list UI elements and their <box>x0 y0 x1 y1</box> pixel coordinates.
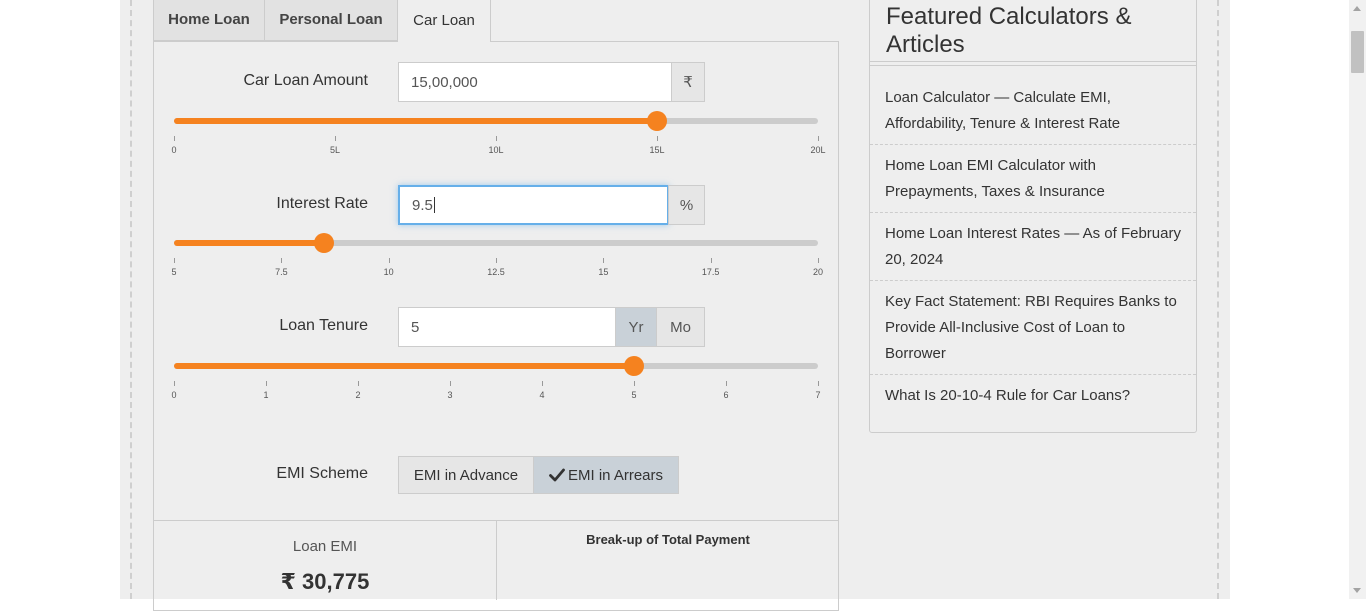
percent-addon: % <box>668 185 705 225</box>
tab-car-loan[interactable]: Car Loan <box>397 0 491 42</box>
scale-tick-label: 5 <box>631 390 637 400</box>
page-border-left <box>130 0 132 599</box>
scale-tick-label: 10L <box>488 145 504 155</box>
rupee-icon: ₹ <box>683 74 693 91</box>
scale-tick-label: 0 <box>171 390 177 400</box>
scale-tick <box>657 136 658 141</box>
percent-icon: % <box>679 196 694 214</box>
sidebar-separator <box>870 212 1196 213</box>
scale-tick <box>388 258 390 263</box>
loan-amount-label: Car Loan Amount <box>243 72 368 89</box>
page-border-right <box>1217 0 1219 599</box>
scale-tick <box>358 381 359 386</box>
loan-tenure-slider[interactable] <box>174 356 818 376</box>
loan-tenure-slider-fill <box>174 363 634 369</box>
scale-tick-label: 20 <box>812 267 824 277</box>
sidebar-item-interest-rates[interactable]: Home Loan Interest Rates — As of Februar… <box>885 221 1185 273</box>
scale-tick <box>335 136 336 141</box>
scroll-down-icon[interactable] <box>1353 588 1361 593</box>
scale-tick <box>496 258 497 263</box>
scale-tick-label: 7.5 <box>275 267 288 277</box>
scale-tick <box>496 136 497 141</box>
loan-amount-input[interactable]: 15,00,000 <box>398 62 672 102</box>
scale-tick-label: 12.5 <box>487 267 505 277</box>
sidebar-item-home-loan-emi[interactable]: Home Loan EMI Calculator with Prepayment… <box>885 153 1185 205</box>
rupee-addon: ₹ <box>671 62 705 102</box>
interest-rate-scale: 5 7.5 10 12.5 15 17.5 20 <box>171 258 823 278</box>
scale-tick <box>710 258 712 263</box>
emi-in-advance-button[interactable]: EMI in Advance <box>398 456 534 494</box>
scroll-up-icon[interactable] <box>1353 6 1361 11</box>
scale-tick-label: 4 <box>539 390 545 400</box>
interest-rate-slider-fill <box>174 240 325 246</box>
interest-rate-slider[interactable] <box>174 233 818 253</box>
scale-tick <box>266 381 267 386</box>
scale-tick <box>818 258 819 263</box>
tenure-month-toggle[interactable]: Mo <box>656 307 705 347</box>
loan-tenure-scale: 0 1 2 3 4 5 6 7 <box>171 381 821 401</box>
loan-tenure-value: 5 <box>411 318 420 336</box>
interest-rate-input[interactable]: 9.5 <box>398 185 669 225</box>
text-cursor <box>433 197 435 213</box>
interest-rate-label: Interest Rate <box>276 195 368 212</box>
breakup-title: Break-up of Total Payment <box>586 532 750 547</box>
scale-tick-label: 6 <box>723 390 729 400</box>
tab-home-loan[interactable]: Home Loan <box>153 0 265 41</box>
loan-amount-slider-handle[interactable] <box>647 111 667 131</box>
scale-tick-label: 1 <box>263 390 269 400</box>
scale-tick-label: 7 <box>815 390 821 400</box>
scale-tick-label: 15 <box>598 267 609 277</box>
scale-tick <box>174 381 175 386</box>
loan-amount-slider[interactable] <box>174 111 818 131</box>
scale-tick <box>450 381 451 386</box>
scale-tick-label: 5L <box>329 145 341 155</box>
loan-amount-scale: 0 5L 10L 15L 20L <box>171 136 826 156</box>
featured-sidebar: Featured Calculators & Articles Loan Cal… <box>869 0 1197 433</box>
scale-tick <box>603 258 605 263</box>
loan-tenure-slider-handle[interactable] <box>624 356 644 376</box>
loan-tenure-input[interactable]: 5 <box>398 307 616 347</box>
interest-rate-value: 9.5 <box>412 196 433 214</box>
sidebar-item-key-fact-statement[interactable]: Key Fact Statement: RBI Requires Banks t… <box>885 289 1185 367</box>
scale-tick <box>174 258 175 263</box>
loan-amount-slider-fill <box>174 118 657 124</box>
scrollbar-thumb[interactable] <box>1351 31 1364 73</box>
scale-tick-label: 10 <box>383 267 394 277</box>
page-scrollbar[interactable] <box>1349 0 1366 599</box>
sidebar-title-rule <box>870 61 1196 66</box>
tenure-year-toggle[interactable]: Yr <box>615 307 657 347</box>
sidebar-item-20-10-4-rule[interactable]: What Is 20-10-4 Rule for Car Loans? <box>885 383 1185 409</box>
scale-tick-label: 0 <box>171 145 177 155</box>
scale-tick-label: 15L <box>649 145 665 155</box>
scale-tick <box>634 381 635 386</box>
tab-personal-loan[interactable]: Personal Loan <box>264 0 398 41</box>
sidebar-title: Featured Calculators & Articles <box>886 3 1132 58</box>
loan-amount-value: 15,00,000 <box>411 73 478 91</box>
emi-in-arrears-button[interactable]: EMI in Arrears <box>533 456 679 494</box>
loan-tenure-label: Loan Tenure <box>279 317 368 334</box>
sidebar-separator <box>870 144 1196 145</box>
scale-tick <box>542 381 543 386</box>
sidebar-item-loan-calculator[interactable]: Loan Calculator — Calculate EMI, Afforda… <box>885 85 1185 137</box>
scale-tick-label: 3 <box>447 390 453 400</box>
sidebar-separator <box>870 280 1196 281</box>
scale-tick-label: 2 <box>355 390 361 400</box>
scale-tick <box>281 258 283 263</box>
scale-tick-label: 17.5 <box>701 267 720 277</box>
scale-tick <box>818 381 819 386</box>
emi-scheme-label: EMI Scheme <box>276 465 368 482</box>
scale-tick <box>818 136 819 141</box>
check-icon <box>549 468 565 482</box>
sidebar-separator <box>870 374 1196 375</box>
scale-tick <box>726 381 727 386</box>
loan-emi-value: ₹ 30,775 <box>280 569 370 594</box>
active-tab-joiner <box>398 41 490 43</box>
scale-tick-label: 20L <box>810 145 826 155</box>
scale-tick <box>174 136 175 141</box>
scale-tick-label: 5 <box>171 267 177 277</box>
emi-in-arrears-label: EMI in Arrears <box>567 466 664 484</box>
loan-emi-label: Loan EMI <box>292 538 358 555</box>
